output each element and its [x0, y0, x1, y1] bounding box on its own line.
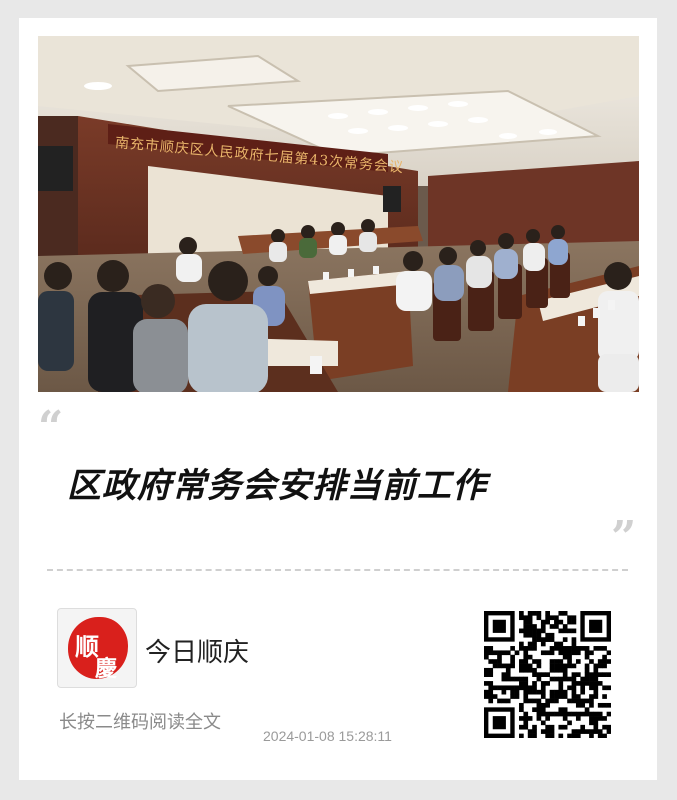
meeting-photo: 南充市顺庆区人民政府七届第43次常务会议 — [38, 36, 639, 392]
account-name: 今日顺庆 — [145, 638, 250, 668]
qr-code[interactable] — [484, 611, 612, 739]
close-quote-icon: ” — [611, 512, 637, 563]
share-card: 南充市顺庆区人民政府七届第43次常务会议 “ 区政府常务会安排当前工作 ” 顺 … — [19, 18, 657, 780]
logo-char-2: 慶 — [95, 656, 118, 682]
qr-code-icon — [484, 611, 612, 739]
account-logo: 顺 慶 — [57, 608, 137, 688]
meeting-photo-illustration — [38, 36, 639, 392]
article-headline: 区政府常务会安排当前工作 — [67, 466, 487, 506]
long-press-hint: 长按二维码阅读全文 — [59, 712, 221, 733]
timestamp: 2024-01-08 15:28:11 — [263, 728, 392, 744]
red-seal-icon: 顺 慶 — [68, 617, 128, 682]
dashed-divider — [47, 569, 628, 571]
open-quote-icon: “ — [38, 402, 64, 453]
